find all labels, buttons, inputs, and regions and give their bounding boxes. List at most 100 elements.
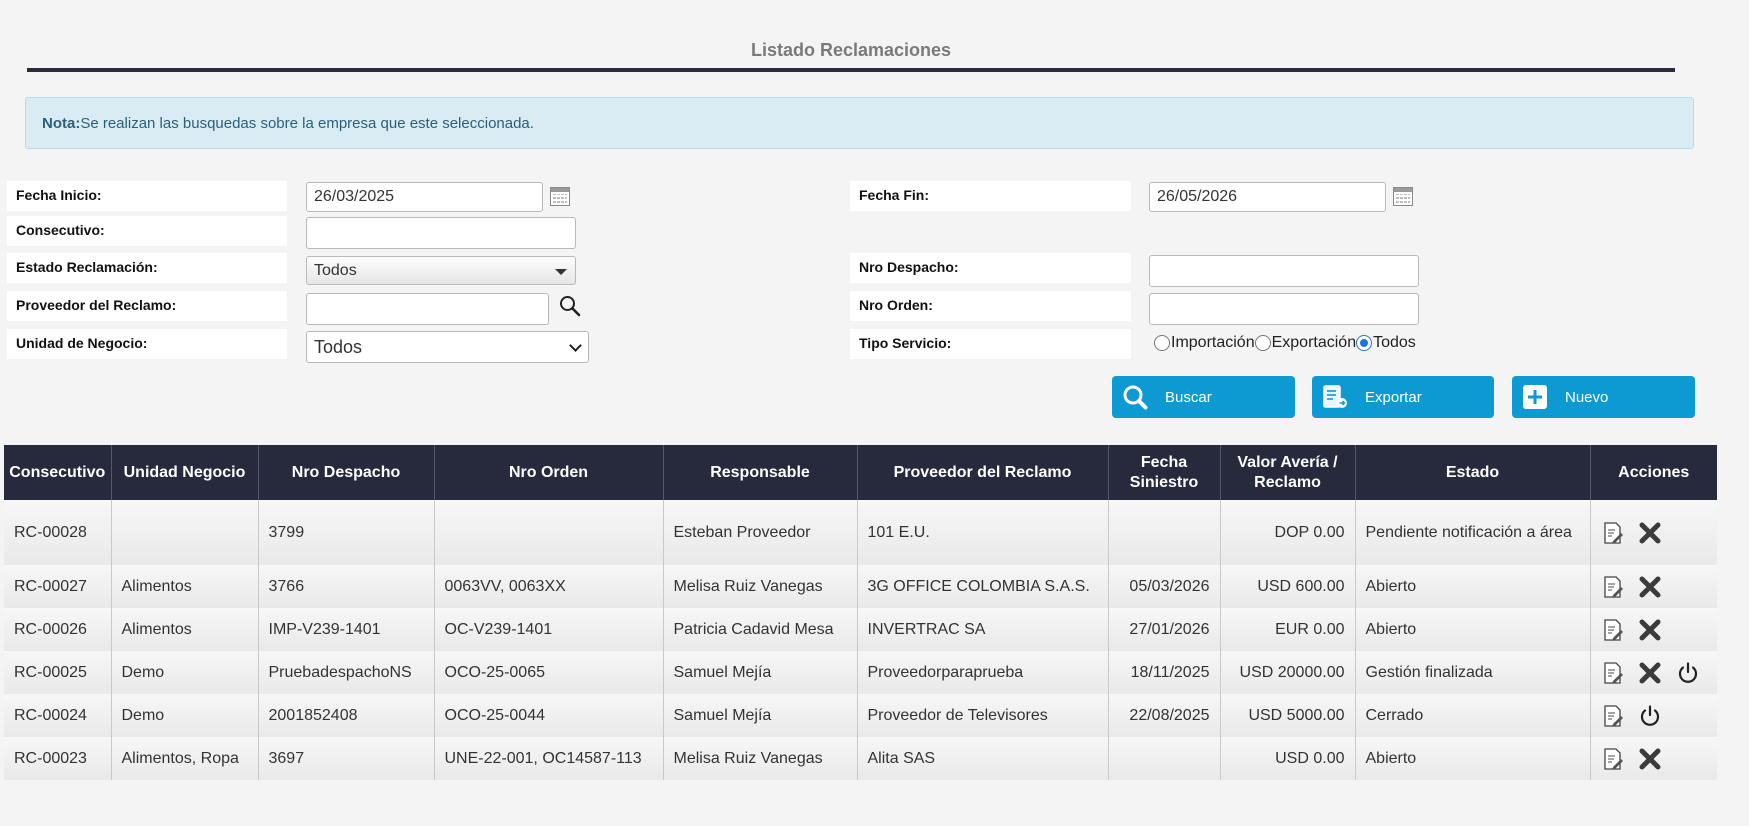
fecha-fin-label: Fecha Fin:: [850, 181, 1131, 211]
edit-document-icon[interactable]: [1602, 575, 1624, 599]
col-header[interactable]: Nro Orden: [433, 445, 663, 500]
cell-estado: Abierto: [1354, 737, 1590, 780]
cell-consecutivo: RC-00028: [4, 500, 111, 565]
col-header[interactable]: Valor Avería / Reclamo: [1219, 445, 1355, 500]
cell-valor: EUR 0.00: [1219, 608, 1355, 651]
table-row[interactable]: RC-00024 Demo 2001852408 OCO-25-0044 Samuel …: [4, 694, 1717, 737]
nuevo-button-label: Nuevo: [1565, 388, 1609, 406]
edit-document-icon[interactable]: [1602, 618, 1624, 642]
buscar-button[interactable]: Buscar: [1112, 376, 1295, 418]
cell-despacho: 3766: [257, 565, 434, 608]
col-header[interactable]: Consecutivo: [4, 445, 111, 500]
cell-despacho: 3697: [257, 737, 434, 780]
tipo-servicio-radio-group: Importación Exportación Todos: [1154, 332, 1416, 354]
nro-despacho-input[interactable]: [1149, 255, 1419, 287]
export-document-icon: [1323, 385, 1347, 408]
table-row[interactable]: RC-00023 Alimentos, Ropa 3697 UNE-22-001, O…: [4, 737, 1717, 780]
close-x-icon[interactable]: [1638, 661, 1662, 685]
cell-estado: Pendiente notificación a área: [1354, 500, 1590, 565]
search-icon[interactable]: [558, 294, 582, 318]
consecutivo-label: Consecutivo:: [7, 216, 287, 246]
col-header[interactable]: Estado: [1354, 445, 1590, 500]
cell-fecha: [1107, 737, 1220, 780]
cell-unidad: [110, 500, 258, 565]
exportar-button-label: Exportar: [1365, 388, 1422, 406]
edit-document-icon[interactable]: [1602, 704, 1624, 728]
col-header[interactable]: Responsable: [662, 445, 857, 500]
cell-consecutivo: RC-00026: [4, 608, 111, 651]
nro-despacho-label: Nro Despacho:: [850, 253, 1131, 283]
exportar-button[interactable]: Exportar: [1312, 376, 1494, 418]
cell-acciones: [1589, 694, 1717, 737]
chevron-down-icon: [569, 339, 582, 352]
cell-estado: Cerrado: [1354, 694, 1590, 737]
cell-orden: UNE-22-001, OC14587-113: [433, 737, 663, 780]
radio-todos[interactable]: [1356, 335, 1373, 351]
cell-orden: 0063VV, 0063XX: [433, 565, 663, 608]
radio-exportacion[interactable]: [1254, 335, 1271, 351]
cell-responsable: Samuel Mejía: [662, 651, 857, 694]
edit-document-icon[interactable]: [1602, 747, 1624, 771]
edit-document-icon[interactable]: [1602, 521, 1624, 545]
cell-fecha: [1107, 500, 1220, 565]
cell-despacho: IMP-V239-1401: [257, 608, 434, 651]
cell-orden: OC-V239-1401: [433, 608, 663, 651]
cell-estado: Abierto: [1354, 565, 1590, 608]
cell-proveedor: 101 E.U.: [856, 500, 1108, 565]
cell-valor: DOP 0.00: [1219, 500, 1355, 565]
col-header[interactable]: Unidad Negocio: [110, 445, 258, 500]
cell-orden: [433, 500, 663, 565]
radio-importacion[interactable]: [1154, 335, 1170, 351]
col-header[interactable]: Fecha Siniestro: [1107, 445, 1220, 500]
cell-acciones: [1589, 737, 1717, 780]
cell-fecha: 27/01/2026: [1107, 608, 1220, 651]
cell-valor: USD 600.00: [1219, 565, 1355, 608]
power-icon[interactable]: [1638, 704, 1662, 728]
estado-reclamacion-select[interactable]: Todos: [306, 256, 576, 285]
cell-responsable: Patricia Cadavid Mesa: [662, 608, 857, 651]
nro-orden-label: Nro Orden:: [850, 291, 1131, 321]
fecha-fin-input[interactable]: 26/05/2026: [1149, 182, 1386, 212]
unidad-negocio-label: Unidad de Negocio:: [7, 329, 287, 359]
nro-orden-input[interactable]: [1149, 293, 1419, 325]
reclamaciones-table: Consecutivo Unidad Negocio Nro Despacho …: [4, 445, 1717, 780]
close-x-icon[interactable]: [1638, 747, 1662, 771]
table-row[interactable]: RC-00027 Alimentos 3766 0063VV, 0063XX Melis…: [4, 565, 1717, 608]
col-header[interactable]: Nro Despacho: [257, 445, 434, 500]
cell-estado: Gestión finalizada: [1354, 651, 1590, 694]
calendar-icon[interactable]: [550, 187, 570, 206]
unidad-negocio-select[interactable]: Todos: [306, 331, 589, 363]
cell-unidad: Demo: [110, 651, 258, 694]
close-x-icon[interactable]: [1638, 575, 1662, 599]
proveedor-reclamo-input[interactable]: [306, 293, 549, 325]
cell-unidad: Alimentos: [110, 608, 258, 651]
cell-valor: USD 5000.00: [1219, 694, 1355, 737]
consecutivo-input[interactable]: [306, 217, 576, 249]
cell-estado: Abierto: [1354, 608, 1590, 651]
fecha-inicio-input[interactable]: 26/03/2025: [306, 182, 543, 212]
close-x-icon[interactable]: [1638, 521, 1662, 545]
cell-unidad: Alimentos, Ropa: [110, 737, 258, 780]
cell-acciones: [1589, 651, 1717, 694]
radio-exportacion-label: Exportación: [1271, 334, 1357, 351]
col-header[interactable]: Proveedor del Reclamo: [856, 445, 1108, 500]
buscar-button-label: Buscar: [1165, 388, 1212, 406]
table-row[interactable]: RC-00025 Demo PruebadespachoNS OCO-25-0065 S…: [4, 651, 1717, 694]
nuevo-button[interactable]: Nuevo: [1512, 376, 1695, 418]
cell-despacho: PruebadespachoNS: [257, 651, 434, 694]
edit-document-icon[interactable]: [1602, 661, 1624, 685]
cell-responsable: Melisa Ruiz Vanegas: [662, 565, 857, 608]
tipo-servicio-label: Tipo Servicio:: [850, 329, 1131, 359]
calendar-icon[interactable]: [1393, 187, 1413, 206]
power-icon[interactable]: [1676, 661, 1700, 685]
table-row[interactable]: RC-00028 3799 Esteban Proveedor 101 E.U. DOP…: [4, 500, 1717, 565]
close-x-icon[interactable]: [1638, 618, 1662, 642]
fecha-inicio-label: Fecha Inicio:: [7, 181, 287, 211]
search-icon: [1123, 385, 1148, 410]
cell-orden: OCO-25-0065: [433, 651, 663, 694]
radio-todos-label: Todos: [1373, 334, 1416, 351]
page-title: Listado Reclamaciones: [750, 40, 952, 60]
estado-reclamacion-value: Todos: [314, 262, 357, 279]
info-note: Nota:Se realizan las busquedas sobre la …: [25, 97, 1694, 149]
table-row[interactable]: RC-00026 Alimentos IMP-V239-1401 OC-V239-14…: [4, 608, 1717, 651]
